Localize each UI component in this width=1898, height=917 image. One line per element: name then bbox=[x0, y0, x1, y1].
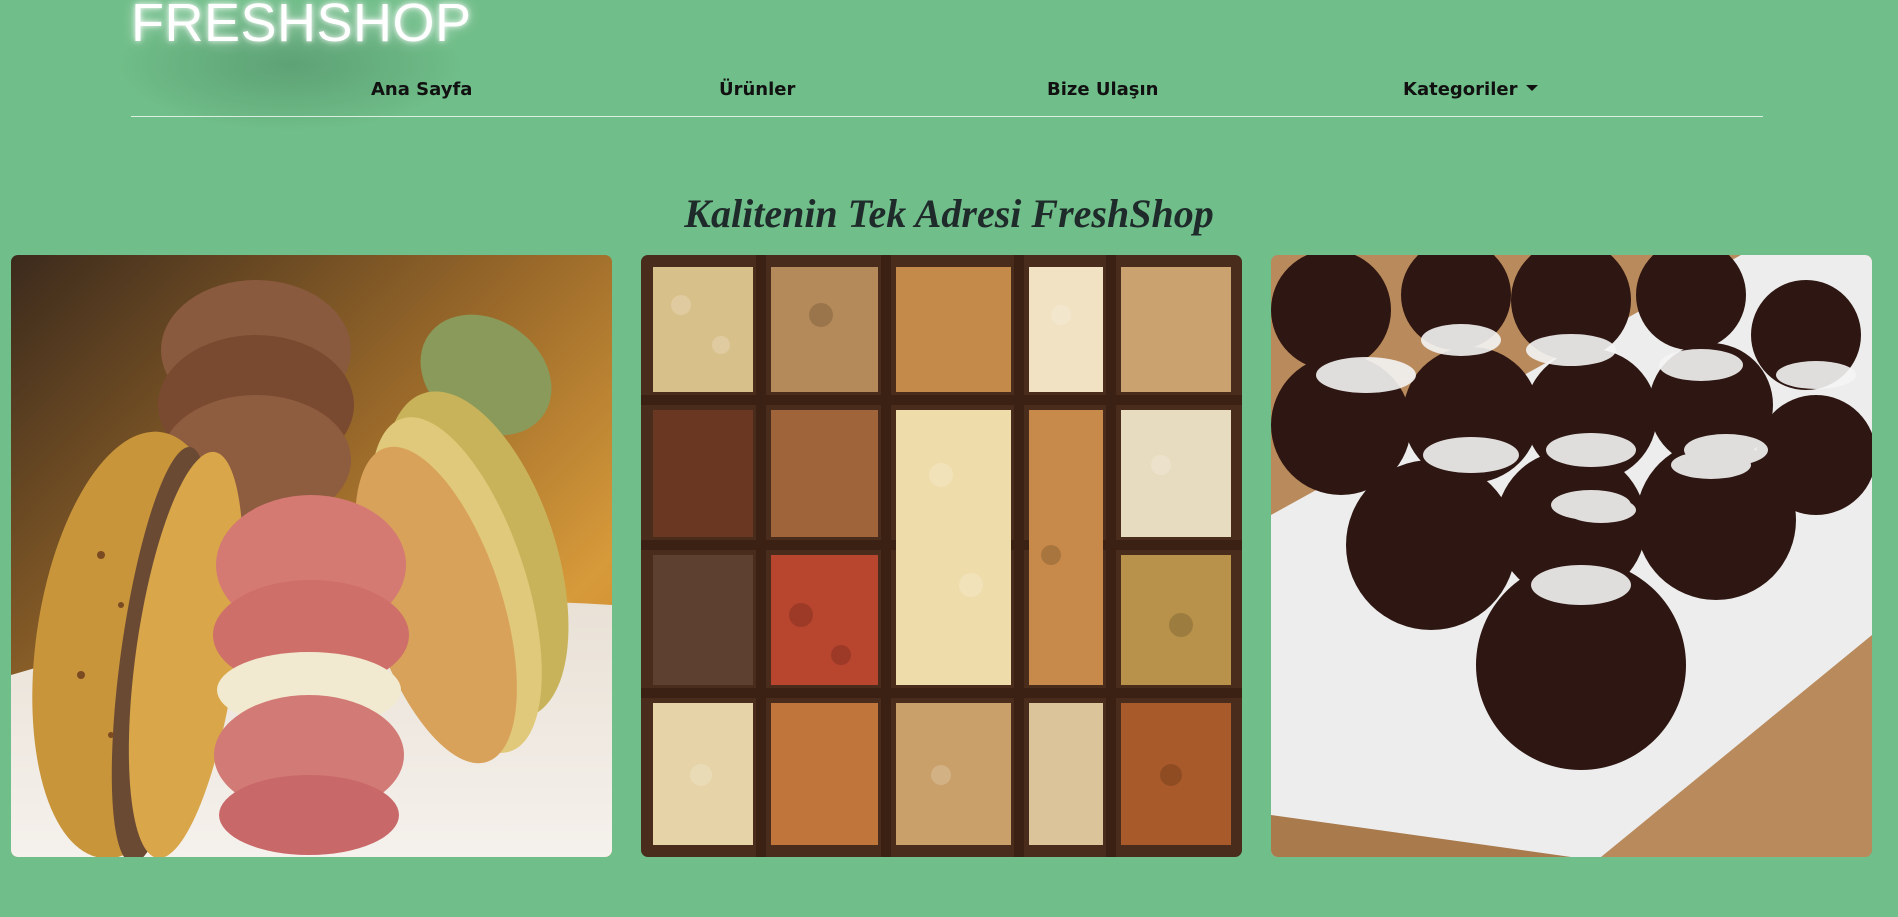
nav-item-home-label: Ana Sayfa bbox=[371, 79, 473, 100]
cookies-illustration bbox=[1271, 255, 1872, 857]
product-image-nuts[interactable] bbox=[641, 255, 1242, 857]
caret-down-icon bbox=[1526, 85, 1539, 91]
main-nav: Ana Sayfa Ürünler Bize Ulaşın Kategorile… bbox=[131, 70, 1763, 117]
nav-dropdown-categories[interactable]: Kategoriler bbox=[1403, 79, 1539, 100]
product-image-macarons[interactable] bbox=[11, 255, 612, 857]
product-image-cookies[interactable] bbox=[1271, 255, 1872, 857]
nuts-illustration bbox=[641, 255, 1242, 857]
page-headline: Kalitenin Tek Adresi FreshShop bbox=[684, 191, 1214, 236]
page: FRESHSHOP Ana Sayfa Ürünler Bize Ulaşın … bbox=[0, 0, 1898, 917]
nav-item-home[interactable]: Ana Sayfa bbox=[371, 79, 472, 100]
nav-item-categories-label: Kategoriler bbox=[1403, 79, 1518, 100]
nav-item-products[interactable]: Ürünler bbox=[719, 79, 795, 100]
macarons-illustration bbox=[11, 255, 612, 857]
nav-item-products-label: Ürünler bbox=[719, 79, 796, 100]
nav-item-contact[interactable]: Bize Ulaşın bbox=[1047, 79, 1158, 100]
brand-logo[interactable]: FRESHSHOP bbox=[131, 0, 472, 50]
nav-item-contact-label: Bize Ulaşın bbox=[1047, 79, 1159, 100]
